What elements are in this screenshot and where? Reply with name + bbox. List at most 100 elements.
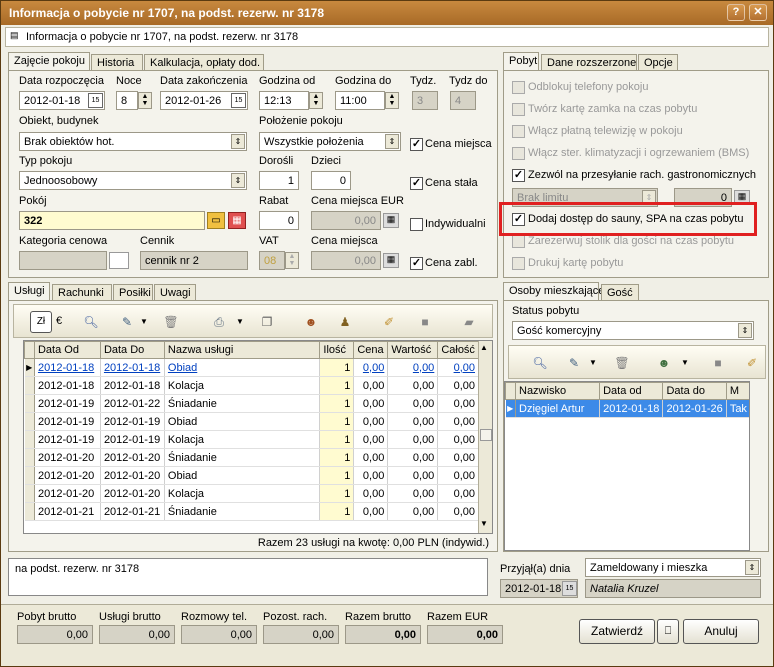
column-header[interactable]: Ilość [319, 341, 355, 359]
chevron-down-icon[interactable]: ⇕ [385, 134, 399, 149]
table-cell: 0,00 [353, 448, 389, 467]
table-cell: 0,00 [387, 448, 439, 467]
room-plan-icon[interactable]: ▦ [228, 212, 246, 229]
price-lock-checkbox[interactable]: ✓ [410, 257, 423, 270]
search-icon[interactable]: 🔍︎ [531, 354, 549, 372]
search-icon[interactable]: 🔍︎ [82, 313, 100, 331]
people-icon[interactable]: ☻ [302, 313, 320, 331]
table-cell: 2012-01-21 [100, 502, 165, 521]
add-guest-icon[interactable]: ✎ [565, 354, 583, 372]
price-per-place-label: Cena miejsca [425, 138, 492, 150]
option-label: Odblokuj telefony pokoju [528, 81, 649, 93]
room-type-select[interactable]: Jednoosobowy [19, 171, 247, 190]
chevron-down-icon[interactable]: ⇕ [231, 173, 245, 188]
cancel-button[interactable]: Anuluj [683, 619, 759, 644]
tab-pobyt[interactable]: Pobyt [503, 52, 539, 72]
price-list-select[interactable]: cennik nr 2 [140, 251, 248, 270]
copy-icon[interactable]: ❐ [258, 313, 276, 331]
currency-eur-button[interactable]: € [56, 315, 62, 327]
table-row[interactable]: 2012-01-20 2012-01-20 Obiad 1 0,00 0,00 0,00 [24, 466, 479, 485]
table-row[interactable]: ▶ Dzięgiel Artur 2012-01-18 2012-01-26 Tak [505, 399, 749, 418]
trash-icon[interactable]: 🗑︎ [162, 313, 180, 331]
room-location-select[interactable]: Wszystkie położenia [259, 132, 401, 151]
discount-field[interactable]: 0 [259, 211, 299, 230]
chevron-down-icon[interactable]: ⇕ [231, 134, 245, 149]
book-icon[interactable]: ⎕ [657, 619, 679, 644]
folder-icon[interactable]: ▭ [207, 212, 225, 229]
children-field[interactable]: 0 [311, 171, 351, 190]
table-cell: 2012-01-18 [34, 358, 101, 377]
notes-field[interactable]: na podst. rezerw. nr 3178 [8, 558, 488, 596]
add-service-icon[interactable]: ✎ [118, 313, 136, 331]
chevron-down-icon[interactable]: ▼ [236, 317, 244, 326]
table-cell: 1 [319, 502, 355, 521]
person-icon[interactable]: ♟ [336, 313, 354, 331]
column-header[interactable]: Nazwisko [514, 382, 601, 400]
check-in-status-select[interactable]: Zameldowany i mieszka [585, 558, 761, 577]
time-to-field[interactable]: 11:00 [335, 91, 385, 110]
help-button[interactable]: ? [727, 4, 745, 21]
option-checkbox [512, 103, 525, 116]
scroll-up-icon[interactable]: ▲ [480, 343, 488, 352]
table-row[interactable]: 2012-01-19 2012-01-19 Obiad 1 0,00 0,00 0,00 [24, 412, 479, 431]
chevron-down-icon[interactable]: ▼ [140, 317, 148, 326]
table-row[interactable]: 2012-01-21 2012-01-21 Śniadanie 1 0,00 0,00 0,… [24, 502, 479, 521]
confirm-button[interactable]: Zatwierdź [579, 619, 655, 644]
tab-osoby-mieszkajace[interactable]: Osoby mieszkające [503, 282, 604, 302]
trash-icon[interactable]: 🗑︎ [613, 354, 631, 372]
table-row[interactable]: 2012-01-18 2012-01-18 Kolacja 1 0,00 0,00 0,00 [24, 376, 479, 395]
table-row[interactable]: 2012-01-20 2012-01-20 Kolacja 1 0,00 0,00 0,00 [24, 484, 479, 503]
column-header[interactable]: Nazwa usługi [163, 341, 321, 359]
column-header[interactable]: Data do [662, 382, 727, 400]
column-header[interactable]: Data od [599, 382, 664, 400]
column-header[interactable]: M [725, 382, 749, 400]
edit-icon[interactable]: ✐ [380, 313, 398, 331]
time-from-field[interactable]: 12:13 [259, 91, 309, 110]
tab-uslugi[interactable]: Usługi [8, 282, 50, 302]
price-category-select[interactable] [19, 251, 107, 270]
edit-icon[interactable]: ✐ [743, 354, 761, 372]
tab-zajecie-pokoju[interactable]: Zajęcie pokoju [8, 52, 90, 72]
table-row[interactable]: 2012-01-19 2012-01-22 Śniadanie 1 0,00 0,00 0,… [24, 394, 479, 413]
scroll-thumb[interactable] [480, 429, 492, 441]
close-button[interactable]: ✕ [749, 4, 767, 21]
scroll-down-icon[interactable]: ▼ [480, 519, 488, 528]
table-row[interactable]: 2012-01-20 2012-01-20 Śniadanie 1 0,00 0,00 0,… [24, 448, 479, 467]
currency-pln-button[interactable]: Zł [30, 311, 52, 333]
table-cell: 1 [319, 484, 355, 503]
option-checkbox[interactable]: ✓ [512, 169, 525, 182]
calendar-icon[interactable]: 15 [88, 93, 103, 108]
print-icon[interactable]: ⎙ [210, 313, 228, 331]
category-button[interactable] [109, 252, 129, 269]
table-row[interactable]: ▶ 2012-01-18 2012-01-18 Obiad 1 0,00 0,00 0,00 [24, 358, 479, 377]
table-cell: Kolacja [164, 376, 321, 395]
column-header[interactable]: Wartość [387, 341, 439, 359]
column-header[interactable]: Data Do [99, 341, 165, 359]
calculator-icon[interactable]: ▦ [383, 213, 399, 228]
time-from-spinner[interactable]: ▲ ▼ [309, 92, 323, 109]
time-to-spinner[interactable]: ▲ ▼ [385, 92, 399, 109]
calendar-icon[interactable]: 15 [231, 93, 246, 108]
nights-spinner[interactable]: ▲ ▼ [138, 92, 152, 109]
fixed-price-checkbox[interactable]: ✓ [410, 177, 423, 190]
calculator-icon[interactable]: ▦ [383, 253, 399, 268]
chevron-down-icon[interactable]: ▼ [589, 358, 597, 367]
nights-field[interactable]: 8 [116, 91, 138, 110]
column-header[interactable]: Data Od [33, 341, 101, 359]
column-header[interactable]: Cena [353, 341, 389, 359]
column-header[interactable]: Całość [437, 341, 479, 359]
chevron-down-icon[interactable]: ⇕ [738, 323, 752, 338]
row-indicator [24, 430, 35, 449]
stay-status-select[interactable]: Gość komercyjny [512, 321, 754, 340]
table-cell: 0,00 [437, 448, 479, 467]
adults-field[interactable]: 1 [259, 171, 299, 190]
people-icon[interactable]: ☻ [655, 354, 673, 372]
chevron-down-icon[interactable]: ▼ [681, 358, 689, 367]
price-per-place-checkbox[interactable]: ✓ [410, 138, 423, 151]
building-select[interactable]: Brak obiektów hot. [19, 132, 247, 151]
chevron-down-icon[interactable]: ⇕ [745, 560, 759, 575]
individual-checkbox[interactable] [410, 218, 423, 231]
services-scrollbar[interactable]: ▲ ▼ [478, 341, 492, 533]
room-field[interactable]: 322 [19, 211, 205, 230]
table-row[interactable]: 2012-01-19 2012-01-19 Kolacja 1 0,00 0,00 0,00 [24, 430, 479, 449]
